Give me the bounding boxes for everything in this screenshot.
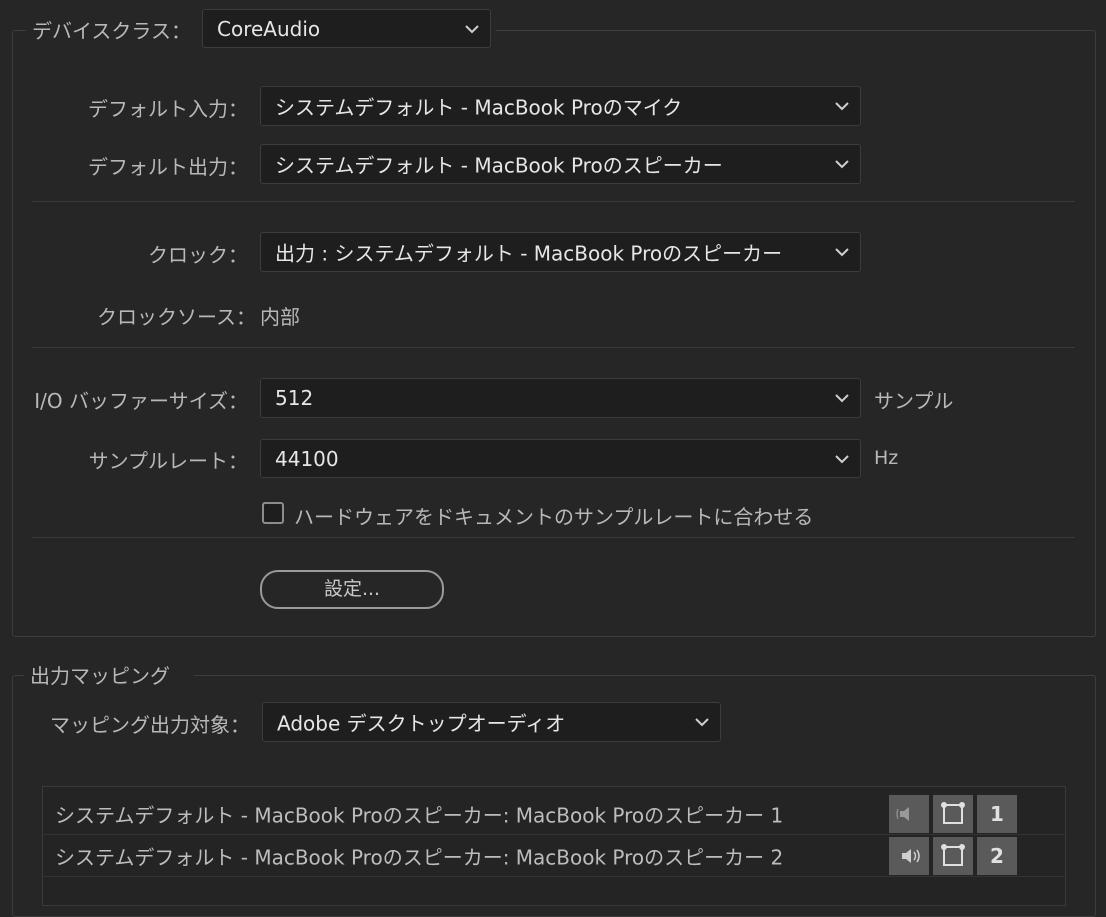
chevron-down-icon: [835, 394, 849, 403]
clock-source-label: クロックソース：: [97, 305, 256, 329]
chevron-down-icon: [835, 160, 849, 169]
chevron-down-icon: [835, 102, 849, 111]
default-input-value: システムデフォルト - MacBook Proのマイク: [275, 95, 683, 120]
chevron-down-icon: [835, 248, 849, 257]
sample-rate-label: サンプルレート：: [88, 449, 248, 473]
mapping-target-value: Adobe デスクトップオーディオ: [277, 711, 566, 736]
clock-source-value: 内部: [260, 305, 300, 329]
sample-rate-value: 44100: [275, 446, 339, 471]
channel-number-button[interactable]: 2: [977, 837, 1017, 875]
speaker-right-icon[interactable]: [889, 837, 929, 875]
sample-rate-dropdown[interactable]: 44100: [260, 439, 861, 478]
match-sample-rate-checkbox[interactable]: [262, 502, 284, 524]
buffer-size-label: I/O バッファーサイズ：: [34, 389, 248, 413]
channel-number-button[interactable]: 1: [977, 795, 1017, 833]
match-sample-rate-label[interactable]: ハードウェアをドキュメントのサンプルレートに合わせる: [294, 501, 813, 530]
device-class-dropdown[interactable]: CoreAudio: [202, 9, 491, 48]
default-input-dropdown[interactable]: システムデフォルト - MacBook Proのマイク: [260, 86, 861, 126]
speaker-left-icon[interactable]: [889, 795, 929, 833]
device-class-label: デバイスクラス：: [32, 19, 191, 43]
buffer-size-dropdown[interactable]: 512: [260, 378, 861, 418]
mapping-target-dropdown[interactable]: Adobe デスクトップオーディオ: [262, 702, 721, 742]
default-input-label: デフォルト入力：: [88, 97, 248, 121]
default-output-dropdown[interactable]: システムデフォルト - MacBook Proのスピーカー: [260, 144, 861, 184]
clock-value: 出力 : システムデフォルト - MacBook Proのスピーカー: [275, 241, 783, 266]
chevron-down-icon: [465, 24, 479, 33]
channel-name: システムデフォルト - MacBook Proのスピーカー: MacBook P…: [55, 803, 784, 828]
sample-rate-unit: Hz: [874, 447, 899, 469]
default-output-value: システムデフォルト - MacBook Proのスピーカー: [275, 153, 723, 178]
chevron-down-icon: [835, 454, 849, 463]
link-bracket-icon[interactable]: [933, 795, 973, 833]
link-bracket-icon[interactable]: [933, 837, 973, 875]
device-class-value: CoreAudio: [217, 16, 321, 41]
settings-button-label: 設定...: [323, 578, 381, 600]
divider: [32, 537, 1075, 538]
output-mapping-title: 出力マッピング: [30, 664, 170, 688]
table-row[interactable]: システムデフォルト - MacBook Proのスピーカー: MacBook P…: [43, 794, 1065, 835]
chevron-down-icon: [695, 718, 709, 727]
divider: [32, 201, 1075, 202]
settings-button[interactable]: 設定...: [260, 570, 444, 609]
divider: [32, 347, 1075, 348]
table-row[interactable]: システムデフォルト - MacBook Proのスピーカー: MacBook P…: [43, 836, 1065, 877]
clock-label: クロック：: [148, 243, 248, 267]
buffer-size-unit: サンプル: [874, 389, 954, 413]
clock-dropdown[interactable]: 出力 : システムデフォルト - MacBook Proのスピーカー: [260, 232, 861, 272]
mapping-target-label: マッピング出力対象：: [50, 713, 250, 737]
buffer-size-value: 512: [275, 386, 314, 410]
default-output-label: デフォルト出力：: [88, 155, 248, 179]
channel-mapping-table: システムデフォルト - MacBook Proのスピーカー: MacBook P…: [42, 786, 1066, 906]
channel-name: システムデフォルト - MacBook Proのスピーカー: MacBook P…: [55, 845, 784, 870]
